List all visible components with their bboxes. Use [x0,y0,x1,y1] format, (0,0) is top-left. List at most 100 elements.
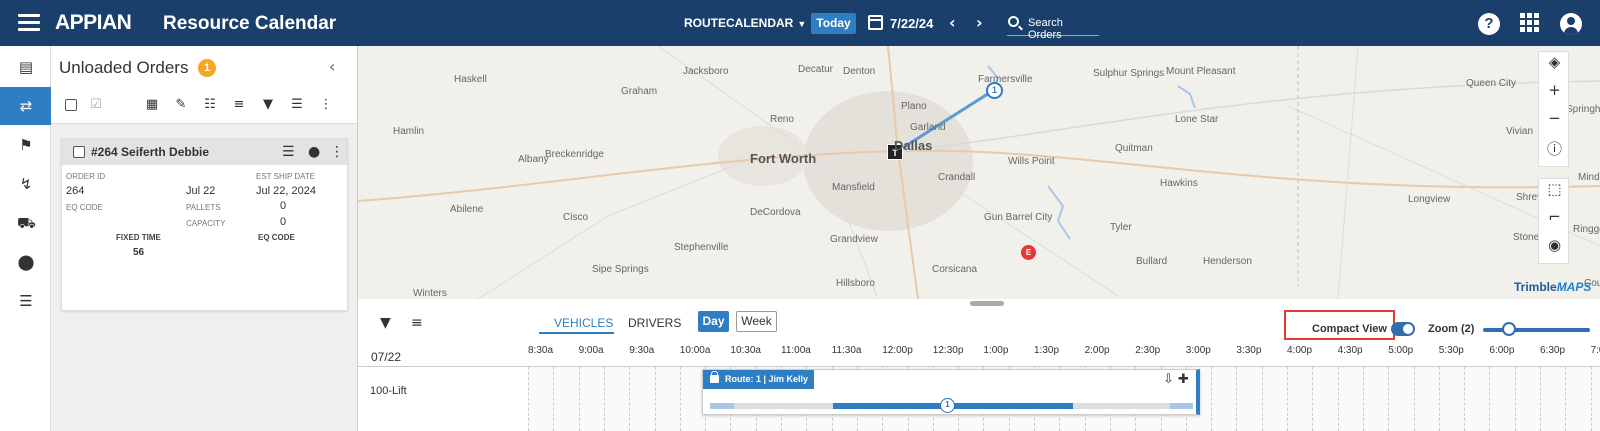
nav-item-5[interactable]: ⬤ [0,243,51,281]
chevron-right-icon[interactable]: › [976,13,983,32]
day-view-button[interactable]: Day [698,311,729,332]
grid-line [1514,367,1516,431]
zoom-slider-thumb[interactable] [1502,322,1516,336]
edit-pencil-icon[interactable]: ✎ [174,98,188,112]
account-icon[interactable] [1560,13,1582,35]
panel-title: Unloaded Orders [59,58,189,77]
map-route-icon: ⚑ [19,136,33,154]
stops-list-icon[interactable]: ☰ [282,144,295,160]
caret-down-icon: ▼ [797,19,807,29]
map-city-label: Tyler [1110,222,1132,233]
zoom-in-icon[interactable]: + [1539,81,1570,109]
grid-line [1261,367,1263,431]
grid-line [1590,367,1592,431]
checklist-icon[interactable]: ☑ [89,98,103,112]
route-segment-post [1170,403,1193,409]
map-city-label: Crandall [938,172,976,183]
map-city-label: Hamlin [393,126,425,137]
lock-icon [710,371,719,383]
map-city-label: Mansfield [832,182,875,193]
time-label: 6:00p [1489,345,1515,356]
search-orders-input[interactable]: Search Orders [1007,12,1099,41]
route-block[interactable]: Route: 1 | Jim Kelly ⇩ ✚ 1 [702,369,1200,415]
grid-line [603,367,605,431]
pallets-value: 0 [280,200,287,212]
nav-item-0[interactable]: ▤ [0,48,51,86]
nav-item-3[interactable]: ↯ [0,165,51,203]
calendar-icon[interactable] [868,15,883,30]
map-city-label: Springhill [1566,104,1600,115]
hamburger-menu-icon[interactable] [18,14,40,32]
sort-icon[interactable]: ≡ [411,315,423,331]
map-city-label: Ringgold [1573,224,1600,235]
nav-item-2[interactable]: ⚑ [0,126,51,164]
more-vertical-icon[interactable]: ⋮ [330,144,344,160]
zoom-out-icon[interactable]: − [1539,109,1570,137]
compact-view-toggle[interactable] [1391,322,1415,336]
orders-count-badge: 1 [198,59,216,77]
list-view-icon[interactable]: ☷ [203,98,217,112]
tab-vehicles[interactable]: VEHICLES [554,316,613,330]
trimble-text: Trimble [1514,280,1557,294]
route-driver: Jim Kelly [768,374,809,384]
map-city-label: Quitman [1115,143,1153,154]
time-label: 3:00p [1185,345,1211,356]
truck-icon: ⛟ [17,214,36,232]
active-tab-underline [539,332,614,334]
chevron-left-icon[interactable]: ‹ [949,13,956,32]
location-pin-icon: ⬤ [17,253,35,271]
map-city-label: Haskell [454,74,487,85]
resource-label: 100-Lift [370,385,407,397]
capacity-value: 0 [280,216,287,228]
route-tool-icon[interactable]: ⌐ [1539,208,1570,236]
time-label: 3:30p [1236,345,1262,356]
current-date[interactable]: 7/22/24 [890,16,933,31]
sort-icon[interactable]: ≡ [232,98,246,112]
select-all-checkbox[interactable] [65,99,77,111]
collapse-panel-icon[interactable]: ‹ [329,57,335,76]
visibility-icon[interactable]: ◉ [1539,236,1570,264]
select-area-icon[interactable]: ⬚ [1539,180,1570,208]
eq-code-label: EQ CODE [66,203,103,212]
time-label: 2:30p [1135,345,1161,356]
filter-icon[interactable]: ▼ [261,98,275,112]
filter-icon[interactable]: ▼ [380,315,391,331]
route-calendar-dropdown[interactable]: ROUTECALENDAR ▼ [684,16,806,30]
map-city-label: Corsicana [932,264,978,275]
today-button[interactable]: Today [811,13,856,34]
map-city-label: Sulphur Springs [1093,68,1165,79]
map-city-label: Albany [518,154,549,165]
route-map[interactable]: 1 T E Haskell Jacksboro Decatur Denton Farme… [358,46,1600,299]
grid-line [1464,367,1466,431]
order-checkbox[interactable] [73,146,85,158]
map-city-label: Breckenridge [545,149,604,160]
calendar-grid-icon[interactable]: ▦ [145,98,159,112]
nav-item-1[interactable]: ⇄ [0,87,51,125]
time-label: 9:30a [629,345,655,356]
compact-view-label: Compact View [1312,323,1387,335]
info-icon[interactable]: ⓘ [1539,138,1570,166]
order-card[interactable]: #264 Seiferth Debbie ☰ ● ⋮ ORDER ID 264 … [61,138,348,311]
nav-item-4[interactable]: ⛟ [0,204,51,242]
menu-lines-icon[interactable]: ☰ [290,98,304,112]
map-city-label: Farmersville [978,74,1033,85]
time-label: 11:30a [831,345,862,356]
nav-item-6[interactable]: ☰ [0,282,51,320]
grid-line [1489,367,1491,431]
help-icon[interactable]: ? [1478,13,1500,35]
lightbulb-icon[interactable]: ● [308,144,320,160]
route-stop-marker[interactable]: 1 [940,398,955,413]
order-card-header: #264 Seiferth Debbie ☰ ● ⋮ [62,139,347,165]
map-city-label: Mount Pleasant [1166,66,1236,77]
end-marker[interactable]: E [1021,245,1036,260]
apps-grid-icon[interactable] [1520,13,1542,35]
more-vertical-icon[interactable]: ⋮ [319,98,333,112]
left-nav: ▤ ⇄ ⚑ ↯ ⛟ ⬤ ☰ [0,46,51,431]
search-icon [1008,16,1019,27]
layers-icon[interactable]: ◈ [1539,53,1570,81]
tab-drivers[interactable]: DRIVERS [628,316,681,330]
download-route-icon[interactable]: ⇩ [1163,372,1174,387]
zoom-slider-track[interactable] [1483,328,1590,332]
pin-add-icon[interactable]: ✚ [1178,372,1189,387]
week-view-button[interactable]: Week [736,311,777,332]
